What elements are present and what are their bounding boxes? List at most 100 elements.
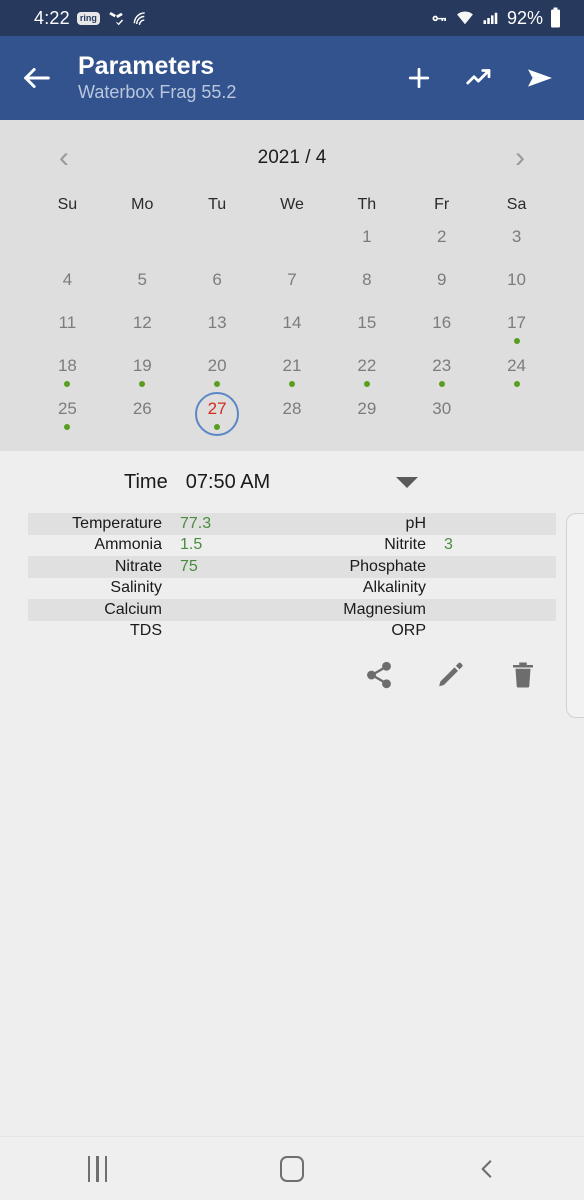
edit-button[interactable] xyxy=(436,660,466,690)
day-number: 2 xyxy=(436,227,447,246)
day-number: 8 xyxy=(362,270,372,289)
parameter-label: Nitrate xyxy=(114,557,162,575)
calendar-day-27[interactable]: 27 xyxy=(180,392,255,439)
time-value[interactable]: 07:50 AM xyxy=(186,471,271,494)
has-entry-dot xyxy=(288,381,295,387)
calendar-day-19[interactable]: 19 xyxy=(105,353,180,396)
day-number: 5 xyxy=(137,270,147,289)
calendar-day-4[interactable]: 4 xyxy=(30,267,105,310)
parameter-value: 77.3 xyxy=(180,514,212,532)
day-number: 23 xyxy=(432,356,452,375)
time-row: Time 07:50 AM xyxy=(0,451,584,513)
status-bar-right: 92% xyxy=(429,7,562,29)
parameter-cell: Salinity xyxy=(28,579,292,597)
back-arrow-icon xyxy=(20,61,54,95)
day-number: 9 xyxy=(436,270,447,289)
nav-back-button[interactable] xyxy=(427,1156,547,1182)
add-parameter-button[interactable] xyxy=(404,63,434,93)
nav-back-icon xyxy=(474,1156,500,1182)
trash-icon xyxy=(508,660,538,690)
calendar-day-29[interactable]: 29 xyxy=(329,396,404,439)
parameter-label: Salinity xyxy=(110,579,162,597)
wifi-arc-icon xyxy=(132,9,151,28)
parameter-label: Alkalinity xyxy=(362,579,426,597)
prev-month-button[interactable]: ‹ xyxy=(36,134,92,182)
calendar-day-18[interactable]: 18 xyxy=(30,353,105,396)
calendar-day-9[interactable]: 9 xyxy=(404,267,479,310)
parameter-row: TDS ORP xyxy=(28,621,556,643)
day-number: 22 xyxy=(357,356,377,375)
calendar-day-12[interactable]: 12 xyxy=(105,310,180,353)
next-month-button[interactable]: › xyxy=(492,134,548,182)
day-number: 13 xyxy=(207,313,227,332)
calendar-day-22[interactable]: 22 xyxy=(329,353,404,396)
day-number: 3 xyxy=(511,227,522,246)
time-label: Time xyxy=(124,470,168,493)
parameter-card-wrap: Temperature 77.3 pH Ammonia 1.5 Nitrite 3 Nitra… xyxy=(0,513,584,718)
has-entry-dot xyxy=(513,338,520,344)
chart-button[interactable] xyxy=(464,63,494,93)
day-number: 27 xyxy=(207,399,227,418)
calendar-day-3[interactable]: 3 xyxy=(479,224,554,267)
calendar-header: ‹ 2021 / 4 › xyxy=(0,134,584,182)
day-number: 18 xyxy=(57,356,77,375)
calendar-day-30[interactable]: 30 xyxy=(404,396,479,439)
adjacent-card-edge xyxy=(566,513,584,718)
day-number: 28 xyxy=(282,399,302,418)
has-entry-dot xyxy=(64,381,71,387)
home-button[interactable] xyxy=(232,1155,352,1182)
app-bar-actions xyxy=(404,62,570,94)
day-number: 24 xyxy=(507,356,527,375)
share-button[interactable] xyxy=(364,660,394,690)
send-button[interactable] xyxy=(524,62,556,94)
record-actions xyxy=(0,642,584,690)
calendar-day-14[interactable]: 14 xyxy=(255,310,330,353)
calendar-day-5[interactable]: 5 xyxy=(105,267,180,310)
parameter-label: Ammonia xyxy=(94,536,162,554)
calendar-day-20[interactable]: 20 xyxy=(180,353,255,396)
vpn-key-icon xyxy=(429,8,449,28)
day-number: 30 xyxy=(432,399,452,418)
calendar-day-1[interactable]: 1 xyxy=(329,224,404,267)
parameter-cell: pH xyxy=(292,515,556,533)
calendar-day-26[interactable]: 26 xyxy=(105,396,180,439)
calendar-day-16[interactable]: 16 xyxy=(404,310,479,353)
day-number: 10 xyxy=(507,270,527,289)
calendar-day-grid: 1 2 3 4 5 6 7 8 9 10 11 12 13 14 15 16 17 18 19 20 21 22 23 24 2… xyxy=(0,224,584,439)
calendar: ‹ 2021 / 4 › Su Mo Tu We Th Fr Sa 1 2 3 4 5 6 7 8 9 10 1… xyxy=(0,120,584,451)
calendar-day-24[interactable]: 24 xyxy=(479,353,554,396)
calendar-day-15[interactable]: 15 xyxy=(329,310,404,353)
calendar-day-13[interactable]: 13 xyxy=(180,310,255,353)
calendar-day-25[interactable]: 25 xyxy=(30,396,105,439)
battery-icon xyxy=(549,7,562,29)
calendar-day-7[interactable]: 7 xyxy=(255,267,330,310)
parameter-value: 3 xyxy=(444,536,453,554)
calendar-day-23[interactable]: 23 xyxy=(404,353,479,396)
day-number: 21 xyxy=(282,356,302,375)
calendar-day-28[interactable]: 28 xyxy=(255,396,330,439)
caret-down-icon[interactable] xyxy=(396,476,419,488)
parameter-cell: Nitrite 3 xyxy=(292,536,556,554)
pencil-icon xyxy=(436,660,466,690)
parameter-row: Salinity Alkalinity xyxy=(28,578,556,600)
parameter-label: Temperature xyxy=(72,514,162,532)
back-button[interactable] xyxy=(14,61,60,95)
calendar-day-8[interactable]: 8 xyxy=(329,267,404,310)
home-icon xyxy=(279,1155,304,1182)
status-bar: 4:22 ring 92% xyxy=(0,0,584,36)
delete-button[interactable] xyxy=(508,660,538,690)
weekday-mo: Mo xyxy=(131,196,154,213)
parameter-label: Phosphate xyxy=(349,557,426,575)
calendar-day-11[interactable]: 11 xyxy=(30,310,105,353)
has-entry-dot xyxy=(363,381,370,387)
calendar-day-2[interactable]: 2 xyxy=(404,224,479,267)
android-nav-bar xyxy=(0,1136,584,1200)
calendar-day-6[interactable]: 6 xyxy=(180,267,255,310)
recents-button[interactable] xyxy=(37,1155,157,1182)
parameter-label: Calcium xyxy=(104,600,162,618)
has-entry-dot xyxy=(513,381,520,387)
calendar-day-21[interactable]: 21 xyxy=(255,353,330,396)
calendar-day-17[interactable]: 17 xyxy=(479,310,554,353)
app-bar-titles: Parameters Waterbox Frag 55.2 xyxy=(78,52,236,105)
calendar-day-10[interactable]: 10 xyxy=(479,267,554,310)
